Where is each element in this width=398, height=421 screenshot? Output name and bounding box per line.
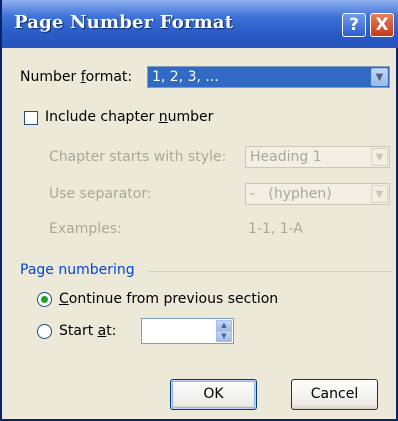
include-chapter-checkbox[interactable] bbox=[24, 111, 38, 125]
start-at-radio[interactable] bbox=[37, 324, 52, 339]
radio-selected-dot bbox=[41, 296, 48, 303]
chapter-style-label: Chapter starts with style: bbox=[49, 149, 227, 165]
ok-button[interactable]: OK bbox=[170, 379, 257, 410]
spinner-buttons: ▲ ▼ bbox=[216, 320, 232, 342]
start-at-label[interactable]: Start at: bbox=[59, 323, 116, 339]
cancel-button[interactable]: Cancel bbox=[291, 379, 378, 410]
close-icon: X bbox=[375, 15, 389, 35]
separator-select: - (hyphen) ▼ bbox=[245, 183, 390, 205]
window-title: Page Number Format bbox=[14, 12, 234, 33]
include-chapter-label[interactable]: Include chapter number bbox=[45, 109, 213, 125]
examples-label: Examples: bbox=[49, 221, 122, 237]
spin-down-icon[interactable]: ▼ bbox=[216, 331, 232, 342]
title-bar[interactable]: Page Number Format ? X bbox=[2, 0, 398, 48]
continue-label[interactable]: Continue from previous section bbox=[59, 291, 278, 307]
separator-value: - (hyphen) bbox=[250, 186, 332, 202]
chevron-down-icon[interactable]: ▼ bbox=[371, 68, 388, 86]
group-divider bbox=[148, 271, 392, 272]
number-format-label: Number format: bbox=[20, 69, 133, 85]
separator-label: Use separator: bbox=[49, 186, 152, 202]
dialog-window: Page Number Format ? X Number format: 1,… bbox=[0, 0, 398, 421]
help-icon: ? bbox=[349, 15, 359, 35]
chevron-down-icon: ▼ bbox=[371, 148, 388, 166]
page-numbering-heading: Page numbering bbox=[20, 262, 135, 278]
help-button[interactable]: ? bbox=[342, 13, 366, 37]
chevron-down-icon: ▼ bbox=[371, 185, 388, 203]
chapter-style-select: Heading 1 ▼ bbox=[245, 146, 390, 168]
number-format-value: 1, 2, 3, ... bbox=[152, 69, 219, 85]
examples-value: 1-1, 1-A bbox=[248, 221, 303, 237]
continue-radio[interactable] bbox=[37, 292, 52, 307]
spin-up-icon[interactable]: ▲ bbox=[216, 320, 232, 331]
start-at-spinner[interactable]: ▲ ▼ bbox=[141, 318, 234, 344]
number-format-select[interactable]: 1, 2, 3, ... ▼ bbox=[147, 66, 390, 88]
close-button[interactable]: X bbox=[370, 13, 394, 37]
chapter-style-value: Heading 1 bbox=[250, 149, 322, 165]
